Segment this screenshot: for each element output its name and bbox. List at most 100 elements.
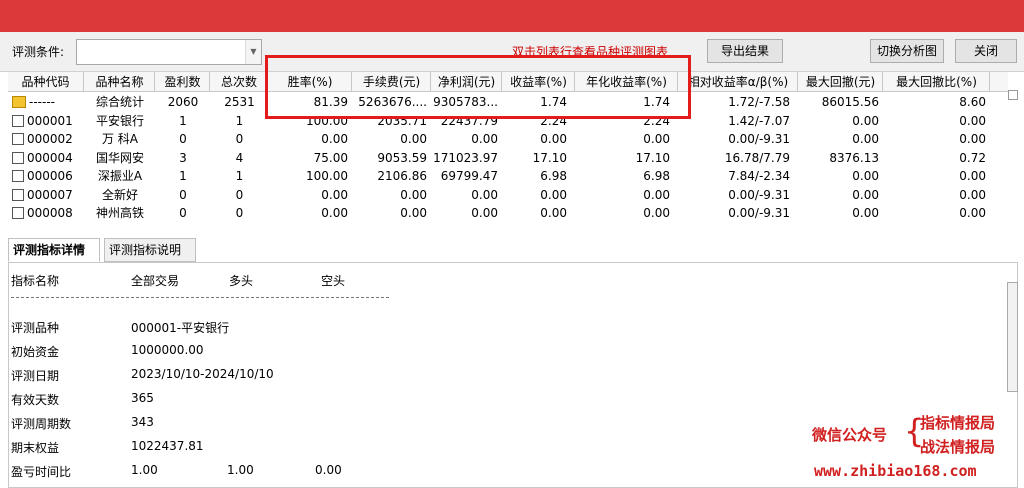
symbol-code: 000002 (27, 132, 73, 146)
column-header[interactable]: 相对收益率α/β(%) (679, 72, 798, 92)
table-cell: 6.98 (643, 169, 670, 183)
watermark-url: www.zhibiao168.com (814, 462, 977, 480)
table-cell: 0 (235, 206, 244, 220)
table-cell: 1 (235, 169, 244, 183)
detail-header-long: 多头 (229, 274, 254, 288)
table-cell: 1 (179, 113, 187, 128)
checkbox-icon[interactable] (12, 207, 24, 219)
table-cell: 6.98 (540, 169, 567, 183)
table-cell: 0 (235, 187, 244, 202)
table-cell: ------ (8, 93, 84, 111)
table-cell: 0.00 (540, 187, 567, 202)
detail-header-short: 空头 (321, 274, 346, 288)
metric-value: 0.00 (315, 463, 342, 477)
folder-icon (12, 96, 26, 108)
table-cell: 1 (235, 113, 244, 128)
table-cell: 7.84/-2.34 (728, 169, 790, 183)
table-cell: 171023.97 (433, 150, 498, 165)
table-cell: 0.00 (400, 132, 427, 146)
table-cell: 0.00 (852, 187, 879, 202)
table-cell: 0 (179, 206, 187, 220)
close-button[interactable]: 关闭 (955, 39, 1017, 63)
table-row[interactable]: 000002 万 科A 0 0 0.00 0.00 0.00 0.00 0.00 0.00/-9.… (8, 130, 1008, 148)
table-cell: 0.00 (321, 206, 348, 220)
watermark-line2: 战法情报局 (920, 438, 996, 456)
metric-value: 1.00 (131, 463, 158, 477)
table-cell: 0.00 (321, 187, 348, 202)
table-row[interactable]: 000007 全新好 0 0 0.00 0.00 0.00 0.00 0.00 0.00/-9.3… (8, 186, 1008, 204)
table-cell: 0.00 (321, 132, 348, 146)
symbol-code: 000007 (27, 187, 73, 202)
switch-chart-button[interactable]: 切换分析图 (870, 39, 944, 63)
metric-label: 有效天数 (11, 393, 60, 407)
metric-value: 000001-平安银行 (131, 321, 230, 335)
table-cell: 国华网安 (95, 150, 144, 165)
table-cell: 4 (235, 150, 244, 165)
detail-header-all: 全部交易 (131, 274, 180, 288)
table-cell: 2106.86 (377, 169, 427, 183)
highlight-box (265, 55, 691, 119)
table-cell: 0.00 (471, 206, 498, 220)
table-row[interactable]: 000008 神州高铁 0 0 0.00 0.00 0.00 0.00 0.00 0.00/-9.… (8, 204, 1008, 222)
checkbox-icon[interactable] (12, 114, 24, 127)
watermark-label: 微信公众号 (812, 426, 888, 444)
export-button[interactable]: 导出结果 (707, 39, 783, 63)
table-cell: 0 (235, 132, 244, 146)
column-header[interactable]: 总次数 (211, 72, 268, 92)
table-cell: 0.00 (400, 206, 427, 220)
metric-label: 初始资金 (11, 345, 60, 359)
detail-scrollbar[interactable] (1007, 282, 1018, 392)
checkbox-icon[interactable] (12, 133, 24, 145)
table-cell: 000002 (8, 130, 84, 148)
metric-label: 评测日期 (11, 369, 60, 383)
table-cell: 深振业A (97, 169, 143, 183)
table-cell: 1.42/-7.07 (728, 113, 790, 128)
column-header[interactable]: 最大回撤(元) (799, 72, 883, 92)
table-row[interactable]: 000006 深振业A 1 1 100.00 2106.86 69799.47 6.98 6.9… (8, 167, 1008, 185)
table-cell: 000004 (8, 149, 84, 167)
table-cell: 0.00 (852, 132, 879, 146)
metric-label: 评测周期数 (11, 417, 72, 431)
title-bar (0, 0, 1024, 32)
table-cell: 0.00 (540, 132, 567, 146)
table-cell: 0 (179, 132, 187, 146)
symbol-code: 000004 (27, 150, 73, 165)
tab-metric-notes[interactable]: 评测指标说明 (104, 238, 196, 262)
symbol-code: 000001 (27, 113, 73, 128)
table-cell: 0.00 (852, 169, 879, 183)
table-cell: 0.00/-9.31 (728, 132, 790, 146)
table-cell: 3 (179, 150, 187, 165)
table-cell: 0.00 (959, 206, 986, 220)
table-cell: 17.10 (635, 150, 670, 165)
table-cell: 100.00 (306, 169, 348, 183)
table-cell: 0.00 (959, 113, 986, 128)
metric-value: 1000000.00 (131, 343, 204, 357)
table-cell: 0.00 (959, 187, 986, 202)
table-cell: 综合统计 (95, 95, 144, 109)
table-cell: 000008 (8, 204, 84, 222)
table-cell: 0.00/-9.31 (728, 187, 790, 202)
checkbox-icon[interactable] (12, 170, 24, 182)
column-header[interactable]: 盈利数 (156, 72, 210, 92)
table-cell: 1 (179, 169, 187, 183)
watermark-line1: 指标情报局 (920, 414, 996, 432)
table-cell: 0.00/-9.31 (728, 206, 790, 220)
chevron-down-icon[interactable]: ▼ (245, 40, 261, 64)
column-header[interactable]: 最大回撤比(%) (884, 72, 990, 92)
table-cell: 9053.59 (377, 150, 427, 165)
table-cell: 全新好 (101, 187, 138, 202)
checkbox-icon[interactable] (12, 151, 24, 164)
column-header[interactable]: 品种名称 (85, 72, 155, 92)
tab-metric-details[interactable]: 评测指标详情 (8, 238, 100, 262)
checkbox-icon[interactable] (12, 188, 24, 201)
table-cell: 75.00 (313, 150, 348, 165)
table-cell: 16.78/7.79 (724, 150, 790, 165)
table-cell: 0.00 (643, 187, 670, 202)
condition-select[interactable]: ▼ (76, 39, 262, 65)
table-cell: 0.00 (400, 187, 427, 202)
table-row[interactable]: 000004 国华网安 3 4 75.00 9053.59 171023.97 17.10 17… (8, 149, 1008, 167)
divider (11, 297, 389, 298)
metric-label: 盈亏时间比 (11, 465, 72, 479)
column-header[interactable]: 品种代码 (8, 72, 84, 92)
table-scroll-toggle[interactable] (1008, 90, 1018, 100)
